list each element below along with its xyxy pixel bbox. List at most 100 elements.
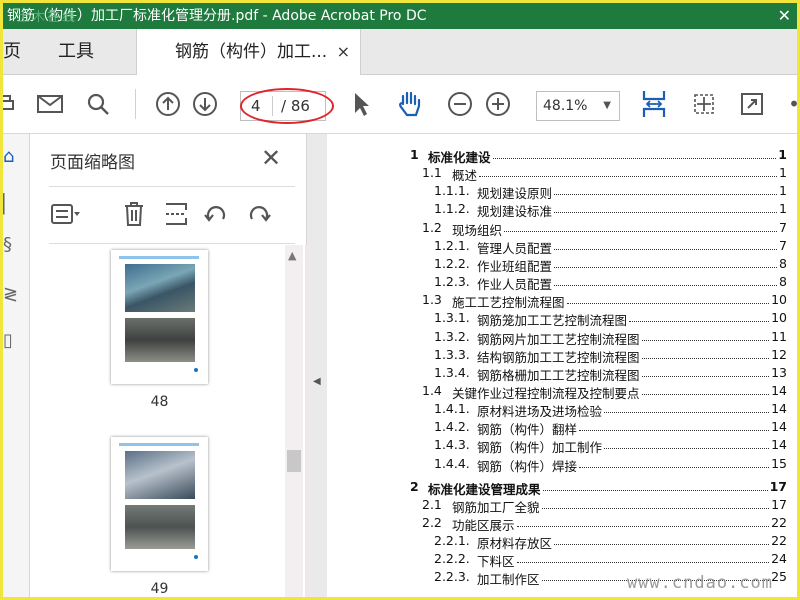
options-menu-icon[interactable] [51,199,81,229]
toc-page-number: 17 [769,478,787,494]
page-thumbnail[interactable] [111,250,208,384]
scrollbar-thumb[interactable] [287,450,301,472]
toc-entry[interactable]: 2.2.2. 下料区 24 [327,551,797,569]
toc-entry[interactable]: 1.3 施工工艺控制流程图 10 [327,292,797,310]
collapse-panel-handle[interactable]: ◀ [307,134,327,597]
toc-page-number: 12 [771,346,787,362]
toc-leader [554,194,777,196]
toc-entry[interactable]: 1.3.3. 结构钢筋加工工艺控制流程图 12 [327,347,797,365]
toc-entry[interactable]: 1.3.4. 钢筋格栅加工工艺控制流程图 13 [327,365,797,383]
toc-number: 1.3.1. [434,310,470,326]
toc-entry[interactable]: 1.4.3. 钢筋（构件）加工制作 14 [327,437,797,455]
attachments-icon[interactable]: § [3,234,17,255]
toc-entry[interactable]: 1.4 关键作业过程控制流程及控制要点 14 [327,383,797,401]
hand-tool-icon[interactable] [395,89,425,119]
toc-number: 1.4.2. [434,419,470,435]
tab-document[interactable]: 钢筋（构件）加工... × [136,29,361,76]
bookmarks-icon[interactable]: ▏ [3,194,17,215]
thumbnail-list[interactable]: 48 49 [49,245,285,597]
full-screen-icon[interactable] [737,89,767,119]
toc-entry[interactable]: 1.1.1. 规划建设原则 1 [327,183,797,201]
toc-entry[interactable]: 1.2.3. 作业人员配置 8 [327,274,797,292]
more-tools-icon[interactable]: • [779,89,797,119]
rotate-view-icon[interactable] [689,89,719,119]
toc-page-number: 8 [779,255,787,271]
toc-entry[interactable]: 2.2 功能区展示 22 [327,515,797,533]
extract-pages-icon[interactable] [161,199,191,229]
window-close-icon[interactable]: ✕ [778,3,791,29]
thumbnails-panel: 页面缩略图 ✕ 48 49 ▲ [31,134,307,597]
select-cursor-icon[interactable] [346,89,376,119]
search-icon[interactable] [83,89,113,119]
toc-number: 1.4.1. [434,401,470,417]
thumbnail-header [119,256,199,259]
print-icon[interactable] [3,89,21,119]
toc-title: 钢筋格栅加工工艺控制流程图 [477,367,640,383]
toc-title: 作业班组配置 [477,258,553,274]
undo-icon[interactable] [201,199,231,229]
next-page-icon[interactable] [190,89,220,119]
scroll-up-icon[interactable]: ▲ [288,249,296,262]
toc-entry[interactable]: 1.4.4. 钢筋（构件）焊接 15 [327,456,797,474]
toc-page-number: 10 [771,292,787,308]
toc-entry[interactable]: 1 标准化建设 1 [327,147,797,165]
toc-entry[interactable]: 2.2.1. 原材料存放区 22 [327,533,797,551]
zoom-out-icon[interactable] [445,89,475,119]
zoom-in-icon[interactable] [483,89,513,119]
toc-entry[interactable]: 1.2 现场组织 7 [327,220,797,238]
toc-title: 现场组织 [452,222,503,238]
toc-leader [642,375,769,377]
zoom-level-select[interactable]: 48.1% ▼ [536,91,620,121]
toc-number: 2.2.3. [434,569,470,585]
toc-entry[interactable]: 1.4.2. 钢筋（构件）翻样 14 [327,419,797,437]
document-view[interactable]: 1 标准化建设 1 1.1 概述 1 1.1.1. 规划建设原则 1 1.1.2. 规划建设标准 1 1… [327,134,797,597]
signatures-icon[interactable]: ≷ [3,284,18,305]
toc-title: 规划建设标准 [477,204,553,220]
toc-number: 1.2.1. [434,237,470,253]
redo-icon[interactable] [244,199,274,229]
toc-title: 钢筋（构件）翻样 [477,422,578,438]
toc-title: 规划建设原则 [477,186,553,202]
toc-entry[interactable]: 1.2.1. 管理人员配置 7 [327,238,797,256]
toc-page-number: 22 [771,533,787,549]
toc-page-number: 22 [771,515,787,530]
toc-leader [642,393,769,395]
fit-width-icon[interactable] [639,89,669,119]
layers-icon[interactable]: ▯ [3,330,17,351]
thumbnail-toolbar [49,186,295,244]
collapse-left-icon[interactable]: ◀ [313,376,321,387]
toc-entry[interactable]: 1.1 概述 1 [327,165,797,183]
toc-leader [642,357,769,359]
toc-page-number: 11 [771,328,787,344]
toc-leader [579,466,769,468]
site-watermark-bottom: www.cndao.com [626,573,773,593]
toc-page-number: 1 [778,147,787,162]
page-thumbnails-icon[interactable]: ⌂ [3,146,17,167]
toc-number: 1.2 [422,219,442,235]
page-thumbnail[interactable] [111,437,208,571]
thumbnail-photo [125,451,195,499]
toc-number: 2.2.2. [434,551,470,567]
close-icon[interactable]: ✕ [261,144,281,172]
toc-entry[interactable]: 1.3.2. 钢筋网片加工工艺控制流程图 11 [327,329,797,347]
toc-entry[interactable]: 1.2.2. 作业班组配置 8 [327,256,797,274]
toc-entry[interactable]: 1.3.1. 钢筋笼加工工艺控制流程图 10 [327,310,797,328]
toc-number: 1.1 [422,165,442,181]
thumbnail-scrollbar[interactable]: ▲ [285,245,303,597]
toc-entry[interactable]: 2.1 钢筋加工厂全貌 17 [327,497,797,515]
previous-page-icon[interactable] [153,89,183,119]
toc-page-number: 14 [771,382,787,398]
zoom-level-value: 48.1% [543,98,588,114]
tab-close-icon[interactable]: × [337,29,350,75]
toc-number: 1.4.3. [434,437,470,453]
thumbnail-page-dot [194,555,198,559]
toc-entry[interactable]: 2 标准化建设管理成果 17 [327,479,797,497]
tab-tools[interactable]: 工具 [58,29,94,75]
toc-page-number: 1 [779,165,787,181]
email-icon[interactable] [35,89,65,119]
tab-home[interactable]: 主页 [3,29,21,75]
toc-entry[interactable]: 1.4.1. 原材料进场及进场检验 14 [327,401,797,419]
delete-page-icon[interactable] [119,199,149,229]
toc-entry[interactable]: 1.1.2. 规划建设标准 1 [327,201,797,219]
toc-number: 1.2.3. [434,274,470,290]
